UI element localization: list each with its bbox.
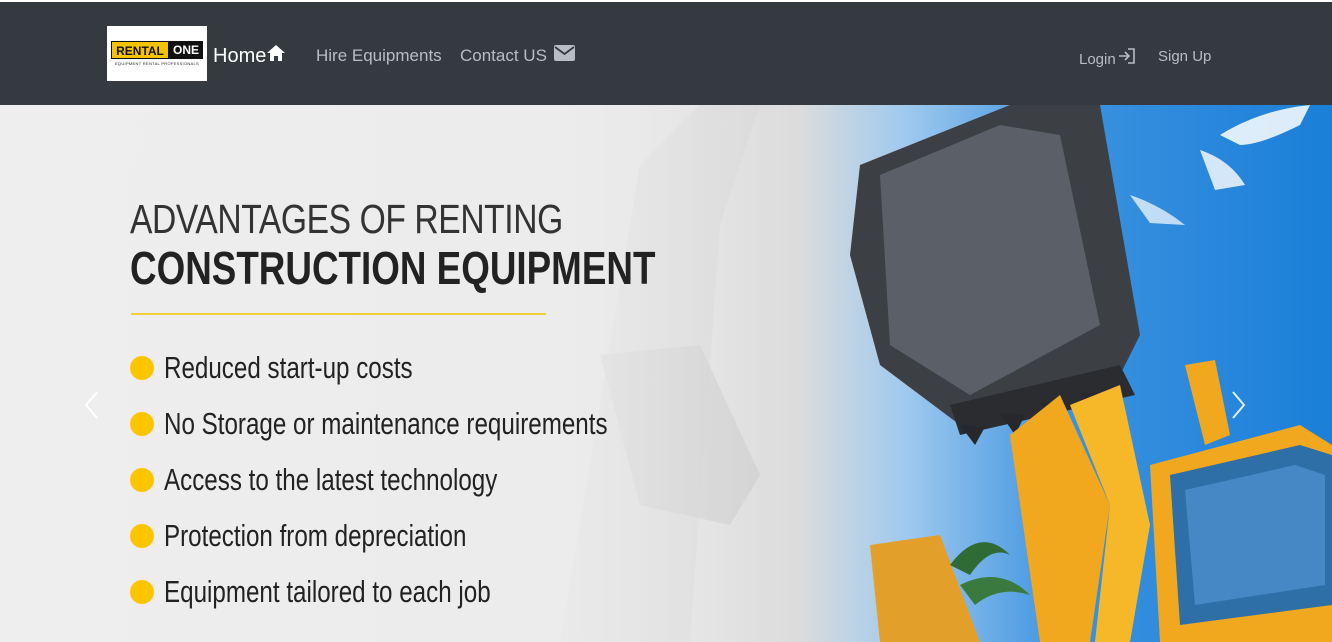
home-icon [266, 44, 286, 68]
nav-contact-link[interactable]: Contact US [460, 45, 575, 67]
logo-tagline: EQUIPMENT RENTAL PROFESSIONALS [114, 61, 200, 66]
nav-login-label: Login [1079, 50, 1116, 68]
advantage-text: No Storage or maintenance requirements [164, 406, 608, 441]
advantage-text: Protection from depreciation [164, 518, 467, 553]
envelope-icon [553, 45, 575, 67]
navbar: RENTAL ONE EQUIPMENT RENTAL PROFESSIONAL… [0, 2, 1332, 105]
carousel-prev-button[interactable] [82, 389, 102, 421]
advantage-item: Reduced start-up costs [130, 350, 483, 385]
advantage-item: No Storage or maintenance requirements [130, 406, 733, 441]
advantage-item: Protection from depreciation [130, 518, 552, 553]
bullet-dot [130, 356, 154, 380]
chevron-left-icon [82, 389, 102, 426]
advantage-text: Access to the latest technology [164, 462, 498, 497]
nav-home-label: Home [213, 45, 267, 67]
hero-headline-light: ADVANTAGES OF RENTING [130, 196, 563, 242]
advantage-item: Access to the latest technology [130, 462, 591, 497]
nav-hire-link[interactable]: Hire Equipments [316, 45, 442, 67]
bullet-dot [130, 468, 154, 492]
bullet-dot [130, 580, 154, 604]
advantage-item: Equipment tailored to each job [130, 574, 583, 609]
bullet-dot [130, 412, 154, 436]
nav-hire-label: Hire Equipments [316, 46, 442, 65]
logo-wordmark: RENTAL ONE [111, 41, 203, 59]
carousel-next-button[interactable] [1228, 389, 1248, 421]
advantage-text: Equipment tailored to each job [164, 574, 491, 609]
logo-one-text: ONE [169, 41, 203, 59]
hero-headline-bold: CONSTRUCTION EQUIPMENT [130, 242, 656, 294]
nav-signup-label: Sign Up [1158, 48, 1212, 65]
nav-home-link[interactable]: Home [213, 44, 286, 68]
nav-login-link[interactable]: Login [1079, 46, 1137, 73]
bullet-dot [130, 524, 154, 548]
brand-logo[interactable]: RENTAL ONE EQUIPMENT RENTAL PROFESSIONAL… [107, 26, 207, 81]
logo-rental-text: RENTAL [111, 41, 169, 59]
nav-signup-link[interactable]: Sign Up [1158, 46, 1211, 68]
nav-contact-label: Contact US [460, 46, 547, 65]
login-icon [1117, 46, 1137, 73]
hero-carousel: ADVANTAGES OF RENTING CONSTRUCTION EQUIP… [0, 105, 1332, 642]
headline-divider [131, 313, 546, 315]
chevron-right-icon [1228, 389, 1248, 426]
advantage-text: Reduced start-up costs [164, 350, 413, 385]
